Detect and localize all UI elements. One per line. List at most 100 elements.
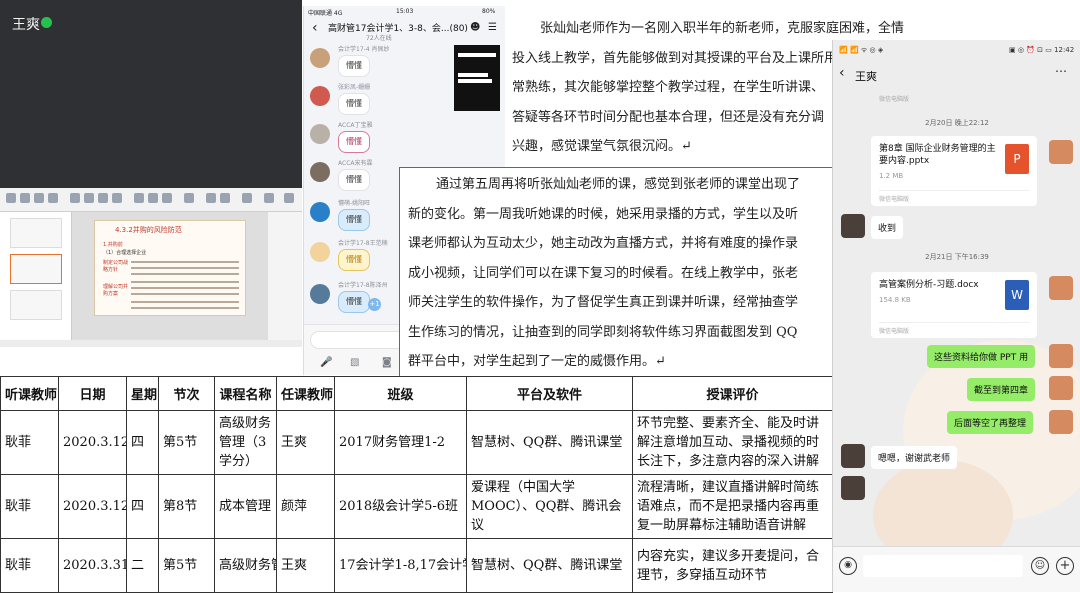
sender-nickname: 会计学17-4 肖佩妙	[338, 46, 390, 53]
table-cell: 2018级会计学5-6班	[334, 474, 467, 539]
status-right: ▣ ◎ ⏰ ⊡ ▭ 12:42	[1009, 46, 1075, 54]
file-message[interactable]: 第8章 国际企业财务管理的主要内容.pptx 1.2 MB P 微信电脑版	[871, 136, 1037, 206]
table-cell: 第5节	[158, 410, 215, 475]
avatar[interactable]	[841, 476, 865, 500]
table-cell: 二	[126, 538, 159, 593]
more-icon[interactable]: ⋯	[1055, 64, 1067, 78]
doc-line: 师关注学生的软件操作，为了督促学生真正到课并听课，经常抽查学	[408, 295, 799, 310]
table-cell: 高级财务管	[214, 538, 277, 593]
chat-input-bar: ◉ ☺ +	[833, 546, 1080, 592]
message-source: 微信电脑版	[879, 322, 1029, 335]
avatar[interactable]	[1049, 276, 1073, 300]
avatar[interactable]	[310, 124, 330, 144]
word-file-icon: W	[1005, 280, 1029, 310]
current-slide: 4.3.2并购的风险防范 1.并购前 （1）合理选择企业 制定公司战略方针 理解…	[94, 220, 246, 316]
chat-header: ‹ 高财管17会计学1、3-8、会...(80) 72人在线 ☻ ☰	[304, 18, 505, 44]
sticker-message[interactable]: 懵懂	[338, 169, 370, 191]
avatar[interactable]	[1049, 376, 1073, 400]
table-cell: 2020.3.12	[58, 474, 127, 539]
table-cell: 第5节	[158, 538, 215, 593]
sent-message: 截至到第四章	[967, 378, 1036, 401]
voice-icon[interactable]: 🎤	[320, 357, 332, 368]
column-header: 班级	[334, 376, 467, 411]
avatar[interactable]	[310, 202, 330, 222]
slide-heading: 1.并购前	[103, 242, 123, 248]
back-arrow-icon[interactable]: ‹	[839, 65, 845, 81]
table-cell: 王爽	[276, 538, 335, 593]
column-header: 授课评价	[632, 376, 833, 411]
file-name: 第8章 国际企业财务管理的主要内容.pptx	[879, 144, 996, 166]
message-source: 微信电脑版	[879, 190, 1029, 203]
timestamp: 2月20日 晚上22:12	[925, 119, 989, 127]
sender-nickname: 会计学17-8王范楠	[338, 240, 388, 247]
sticker-message[interactable]: 懵懂	[338, 249, 370, 271]
avatar[interactable]	[1049, 410, 1073, 434]
sender-nickname: ACCA宋有霖	[338, 160, 373, 167]
sticker-message[interactable]: 懵懂	[338, 55, 370, 77]
add-icon[interactable]: +	[1056, 557, 1074, 575]
file-size: 154.8 KB	[879, 296, 911, 304]
carrier-label: 中国联通 4G	[308, 10, 343, 17]
table-cell: 耿菲	[0, 538, 59, 593]
table-cell: 2020.3.12	[58, 410, 127, 475]
avatar[interactable]	[310, 48, 330, 68]
table-cell: 智慧树、QQ群、腾讯课堂	[466, 410, 633, 475]
table-row: 耿菲 2020.3.31 二 第5节 高级财务管 王爽 17会计学1-8,17会…	[0, 538, 833, 593]
table-cell: 耿菲	[0, 410, 59, 475]
table-cell: 王爽	[276, 410, 335, 475]
lecture-observation-table: 听课教师 日期 星期 节次 课程名称 任课教师 班级 平台及软件 授课评价 耿菲…	[0, 376, 833, 593]
table-cell: 智慧树、QQ群、腾讯课堂	[466, 538, 633, 593]
image-icon[interactable]: ▧	[350, 357, 359, 368]
doc-line: 课老师都认为互动太少，她主动改为直播方式，并将有难度的操作录	[408, 236, 799, 251]
slide-thumbnail-selected[interactable]	[10, 254, 62, 284]
menu-icon[interactable]: ☰	[488, 22, 497, 33]
avatar[interactable]	[1049, 344, 1073, 368]
table-cell: 爱课程（中国大学MOOC）、QQ群、腾讯会议	[466, 474, 633, 539]
doc-line: 通过第五周再将听张灿灿老师的课，感觉到张老师的课堂出现了	[436, 177, 801, 192]
avatar[interactable]	[310, 284, 330, 304]
table-cell: 颜萍	[276, 474, 335, 539]
sticker-message[interactable]: 懵懂	[338, 291, 370, 313]
avatar[interactable]	[1049, 140, 1073, 164]
table-cell: 2017财务管理1-2	[334, 410, 467, 475]
table-cell: 成本管理	[214, 474, 277, 539]
video-thumbnail[interactable]	[454, 45, 500, 111]
sticker-message[interactable]: 懵懂	[338, 131, 370, 153]
sticker-message[interactable]: 懵懂	[338, 93, 370, 115]
table-cell: 环节完整、要素齐全、能及时讲解注意增加互动、录播视频的时长注下，多注意内容的深入…	[632, 410, 833, 475]
file-message[interactable]: 高管案例分析-习题.docx 154.8 KB W 微信电脑版	[871, 272, 1037, 338]
battery-label: 80%	[482, 8, 496, 15]
doc-line: 群平台中，对学生起到了一定的威慑作用。↵	[408, 354, 666, 369]
column-header: 星期	[126, 376, 159, 411]
sticker-icon[interactable]: ☻	[470, 22, 480, 33]
back-arrow-icon[interactable]: ‹	[312, 20, 318, 36]
avatar[interactable]	[841, 214, 865, 238]
slide-side-label: 制定公司战略方针	[103, 260, 129, 273]
slide-thumbnail-panel[interactable]	[0, 212, 72, 347]
column-header: 课程名称	[214, 376, 277, 411]
voice-icon[interactable]: ◉	[839, 557, 857, 575]
slide-side-toolbar[interactable]	[268, 212, 302, 347]
slide-thumbnail[interactable]	[10, 290, 62, 320]
sticker-message[interactable]: 懵懂	[338, 209, 370, 231]
message-input[interactable]	[863, 555, 1023, 577]
timestamp: 2月21日 下午16:39	[925, 253, 989, 261]
sender-nickname: ACCA丁宝雅	[338, 122, 373, 129]
avatar[interactable]	[310, 242, 330, 262]
presentation-status-bar	[0, 340, 302, 347]
sent-message: 后面等空了再整理	[947, 411, 1034, 434]
sender-nickname: 张彩凤-姗姗	[338, 84, 371, 91]
plus-one-badge[interactable]: +1	[368, 298, 381, 311]
avatar[interactable]	[310, 162, 330, 182]
table-cell: 内容充实，建议多开麦提问，合理节，多穿插互动环节	[632, 538, 833, 593]
emoji-icon[interactable]: ☺	[1031, 557, 1049, 575]
camera-icon[interactable]: ◙	[382, 357, 392, 368]
table-cell: 2020.3.31	[58, 538, 127, 593]
avatar[interactable]	[310, 86, 330, 106]
online-count: 72人在线	[366, 35, 392, 42]
slide-thumbnail[interactable]	[10, 218, 62, 248]
phone-status-bar: 📶 📶 ᯤ ◎ ◈ ▣ ◎ ⏰ ⊡ ▭ 12:42	[833, 40, 1080, 60]
avatar[interactable]	[841, 444, 865, 468]
table-cell: 四	[126, 410, 159, 475]
slide-subheading: （1）合理选择企业	[103, 250, 147, 256]
